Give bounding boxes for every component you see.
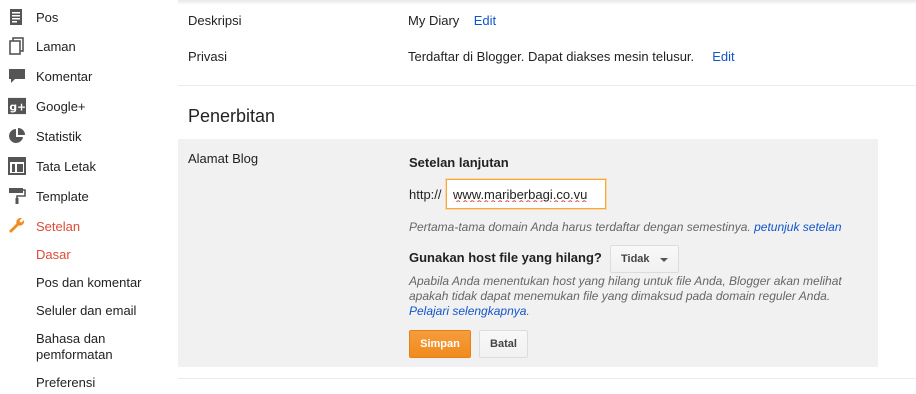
sidebar-item-label: Laman — [36, 38, 76, 54]
comment-icon — [8, 67, 26, 85]
sidebar-item-label: Setelan — [36, 218, 81, 234]
blog-address-panel: Alamat Blog Setelan lanjutan http:// Per… — [178, 139, 878, 367]
svg-text:g+: g+ — [9, 101, 26, 114]
privacy-label: Privasi — [188, 49, 228, 64]
posts-icon — [8, 8, 26, 26]
advanced-settings-title: Setelan lanjutan — [409, 155, 509, 170]
sidebar-subitem-seluler-dan-email[interactable]: Seluler dan email — [36, 303, 136, 319]
pages-icon — [8, 37, 26, 55]
chevron-down-icon — [660, 258, 668, 262]
sidebar-item-label: Pos — [36, 9, 59, 25]
sidebar-subitem-preferensi[interactable]: Preferensi — [36, 375, 95, 391]
section-title-publishing: Penerbitan — [188, 106, 276, 126]
layout-icon — [8, 157, 26, 175]
sidebar-item-label: Tata Letak — [36, 158, 96, 174]
sidebar-item-label: Google+ — [36, 98, 86, 114]
setup-instructions-link[interactable]: petunjuk setelan — [754, 220, 841, 234]
divider — [178, 378, 916, 379]
pie-chart-icon — [8, 127, 26, 145]
learn-more-suffix: . — [526, 304, 530, 318]
paint-roller-icon — [8, 187, 26, 205]
description-edit-link[interactable]: Edit — [474, 13, 496, 28]
sidebar-item-label: Statistik — [36, 128, 82, 144]
privacy-value: Terdaftar di Blogger. Dapat diakses mesi… — [408, 49, 695, 64]
missing-host-description-text: Apabila Anda menentukan host yang hilang… — [409, 274, 842, 303]
sidebar-subitem-dasar[interactable]: Dasar — [36, 247, 71, 263]
missing-host-select[interactable]: Tidak — [610, 245, 679, 273]
main-content: Deskripsi My Diary Edit Privasi Terdafta… — [178, 0, 916, 394]
sidebar-item-label: Komentar — [36, 68, 93, 84]
save-button[interactable]: Simpan — [409, 330, 471, 358]
missing-host-select-value: Tidak — [621, 253, 650, 265]
learn-more-link[interactable]: Pelajari selengkapnya — [409, 304, 526, 318]
sidebar-item-label: Template — [36, 188, 89, 204]
google-plus-icon: g+ — [8, 97, 26, 115]
privacy-edit-link[interactable]: Edit — [712, 49, 734, 64]
description-row: My Diary Edit — [408, 13, 496, 28]
domain-input[interactable] — [446, 179, 606, 209]
domain-hint-text: Pertama-tama domain Anda harus terdaftar… — [409, 220, 751, 234]
sidebar: Pos Laman Komentar g+ Google+ Statistik … — [0, 0, 170, 394]
sidebar-subitem-bahasa-dan-pemformatan[interactable]: Bahasa dan pemformatan — [36, 331, 113, 363]
privacy-row: Terdaftar di Blogger. Dapat diakses mesi… — [408, 49, 735, 64]
description-label: Deskripsi — [188, 13, 242, 28]
cancel-button[interactable]: Batal — [479, 330, 528, 358]
missing-host-description: Apabila Anda menentukan host yang hilang… — [409, 274, 869, 319]
sidebar-subitem-label-line2: pemformatan — [36, 347, 113, 362]
sidebar-subitem-pos-dan-komentar[interactable]: Pos dan komentar — [36, 275, 142, 291]
domain-hint: Pertama-tama domain Anda harus terdaftar… — [409, 220, 842, 234]
http-prefix: http:// — [409, 187, 442, 202]
wrench-icon — [8, 217, 26, 235]
blog-address-label: Alamat Blog — [188, 151, 259, 166]
description-value: My Diary — [408, 13, 460, 28]
missing-host-question: Gunakan host file yang hilang? — [409, 250, 602, 265]
sidebar-subitem-label-line1: Bahasa dan — [36, 331, 106, 346]
divider — [178, 85, 916, 86]
